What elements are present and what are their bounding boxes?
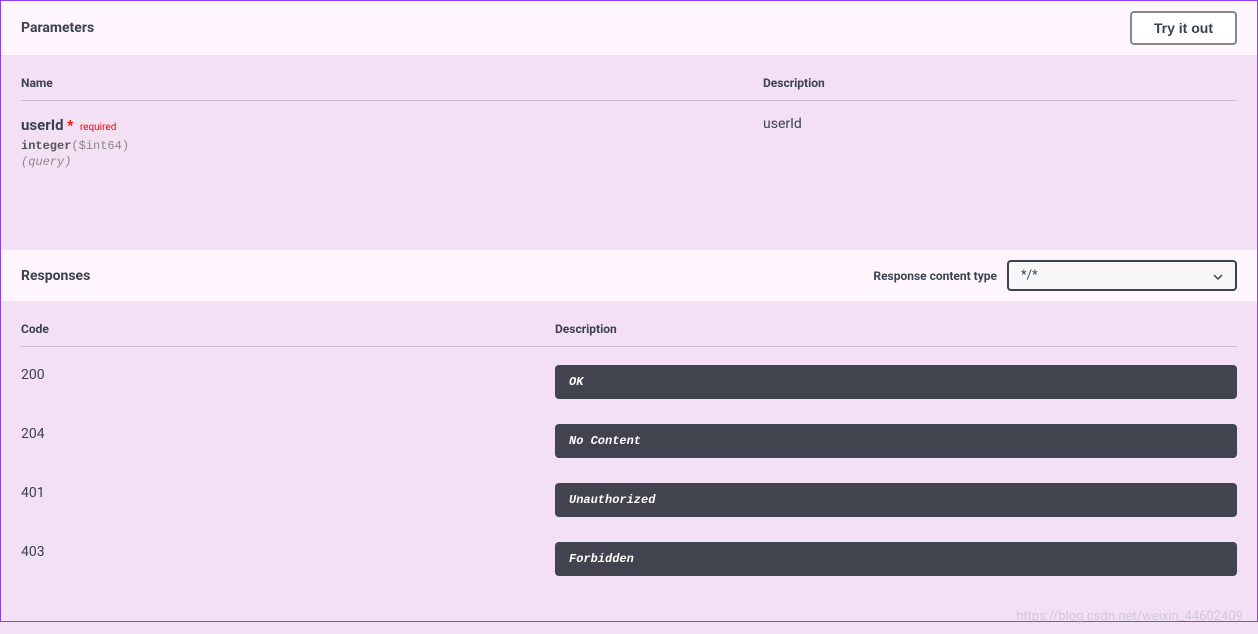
parameter-type-name: integer [21, 139, 71, 153]
response-description-box: OK [555, 365, 1237, 399]
parameter-type: integer($int64) [21, 139, 763, 153]
response-code: 403 [21, 542, 555, 560]
parameters-table-header: Name Description [21, 76, 1237, 101]
param-name-column-header: Name [21, 76, 763, 90]
parameter-name-line: userId * required [21, 116, 763, 134]
try-it-out-button[interactable]: Try it out [1130, 11, 1237, 45]
response-description-box: No Content [555, 424, 1237, 458]
response-code: 200 [21, 365, 555, 383]
api-doc-panel: Parameters Try it out Name Description u… [0, 0, 1258, 622]
response-code: 204 [21, 424, 555, 442]
response-row: 204 No Content [21, 424, 1237, 458]
parameters-header-bar: Parameters Try it out [1, 1, 1257, 56]
response-content-type-select[interactable]: */* [1007, 260, 1237, 291]
response-row: 403 Forbidden [21, 542, 1237, 576]
responses-body: Code Description 200 OK 204 No Content 4… [1, 302, 1257, 621]
response-description-column-header: Description [555, 322, 1237, 336]
response-description-box: Unauthorized [555, 483, 1237, 517]
response-description-box: Forbidden [555, 542, 1237, 576]
responses-header-bar: Responses Response content type */* [1, 249, 1257, 302]
parameter-name-cell: userId * required integer($int64) (query… [21, 116, 763, 169]
response-content-type-value: */* [1021, 268, 1038, 283]
responses-table-header: Code Description [21, 322, 1237, 347]
required-label: required [80, 122, 116, 133]
parameter-name: userId [21, 116, 64, 134]
parameters-title: Parameters [21, 20, 94, 36]
parameters-body: Name Description userId * required integ… [1, 56, 1257, 249]
parameter-row: userId * required integer($int64) (query… [21, 116, 1237, 229]
response-row: 200 OK [21, 365, 1237, 399]
parameter-description: userId [763, 116, 1237, 169]
parameter-in: (query) [21, 155, 763, 169]
response-content-type-group: Response content type */* [873, 260, 1237, 291]
required-star-icon: * [67, 118, 73, 134]
response-code-column-header: Code [21, 322, 555, 336]
chevron-down-icon [1213, 271, 1223, 281]
param-description-column-header: Description [763, 76, 1237, 90]
response-row: 401 Unauthorized [21, 483, 1237, 517]
parameter-type-format: ($int64) [71, 139, 129, 153]
parameters-table: Name Description userId * required integ… [21, 76, 1237, 229]
response-code: 401 [21, 483, 555, 501]
response-content-type-label: Response content type [873, 269, 997, 283]
responses-title: Responses [21, 268, 90, 284]
